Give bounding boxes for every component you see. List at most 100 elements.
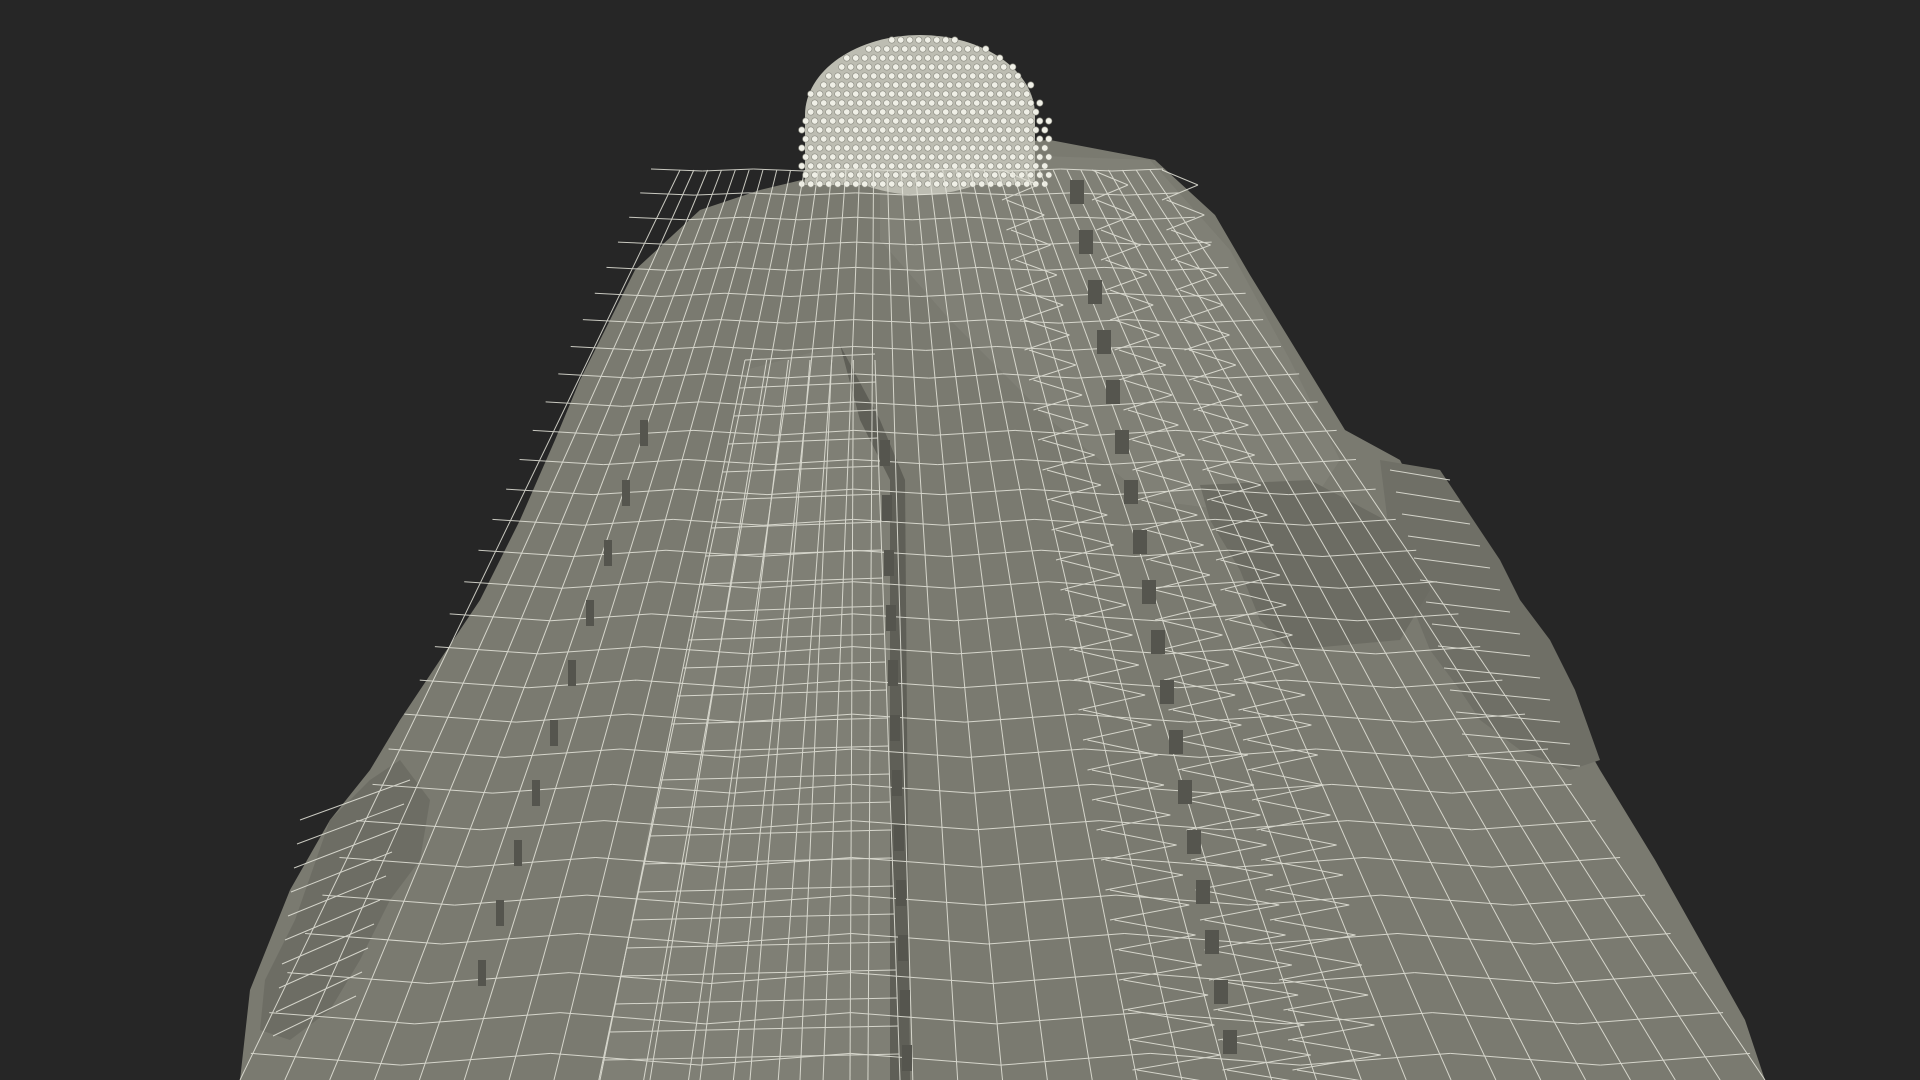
- head-curl: [892, 81, 900, 89]
- head-curl: [951, 108, 959, 116]
- head-curl: [960, 180, 968, 188]
- head-curl: [942, 90, 950, 98]
- head-curl: [874, 171, 882, 179]
- head-curl: [924, 144, 932, 152]
- head-curl: [879, 162, 887, 170]
- head-curl: [915, 144, 923, 152]
- head-curl: [928, 99, 936, 107]
- head-curl: [973, 117, 981, 125]
- head-curl: [870, 72, 878, 80]
- head-curl: [910, 45, 918, 53]
- head-curl: [928, 117, 936, 125]
- head-curl: [816, 144, 824, 152]
- head-curl: [946, 63, 954, 71]
- head-curl: [1041, 144, 1049, 152]
- head-curl: [901, 117, 909, 125]
- head-curl: [874, 153, 882, 161]
- head-curl: [861, 72, 869, 80]
- head-curl: [915, 126, 923, 134]
- head-curl: [1005, 162, 1013, 170]
- head-curl: [820, 99, 828, 107]
- robe-slot: [1196, 880, 1210, 904]
- head-curl: [946, 117, 954, 125]
- head-curl: [951, 180, 959, 188]
- head-curl: [973, 81, 981, 89]
- head-curl: [1005, 72, 1013, 80]
- head-curl: [1027, 117, 1035, 125]
- head-curl: [942, 72, 950, 80]
- robe-slot: [1214, 980, 1228, 1004]
- head-curl: [861, 126, 869, 134]
- head-curl: [942, 162, 950, 170]
- robe-slot: [1124, 480, 1138, 504]
- head-curl: [888, 90, 896, 98]
- head-curl: [991, 171, 999, 179]
- head-curl: [955, 81, 963, 89]
- head-curl: [937, 45, 945, 53]
- head-curl: [924, 72, 932, 80]
- head-curl: [996, 54, 1004, 62]
- head-curl: [982, 117, 990, 125]
- head-curl: [1045, 153, 1053, 161]
- head-curl: [1027, 99, 1035, 107]
- head-curl: [960, 162, 968, 170]
- head-curl: [897, 144, 905, 152]
- head-curl: [856, 135, 864, 143]
- head-curl: [1045, 171, 1053, 179]
- head-curl: [924, 90, 932, 98]
- robe-slot: [478, 960, 486, 986]
- head-curl: [978, 180, 986, 188]
- head-curl: [1036, 153, 1044, 161]
- robe-slot: [900, 990, 910, 1016]
- robe-slot: [1133, 530, 1147, 554]
- head-curl: [1036, 135, 1044, 143]
- head-curl: [996, 126, 1004, 134]
- head-curl: [829, 153, 837, 161]
- head-curl: [1018, 99, 1026, 107]
- head-curl: [1000, 153, 1008, 161]
- head-curl: [928, 81, 936, 89]
- head-curl: [919, 45, 927, 53]
- head-curl: [865, 99, 873, 107]
- robe-slot: [1160, 680, 1174, 704]
- robe-slot: [1187, 830, 1201, 854]
- head-curl: [1005, 108, 1013, 116]
- head-curl: [978, 108, 986, 116]
- head-curl: [811, 153, 819, 161]
- robe-slot: [622, 480, 630, 506]
- head-curl: [937, 81, 945, 89]
- head-curl: [888, 54, 896, 62]
- head-curl: [1023, 126, 1031, 134]
- head-curl: [951, 54, 959, 62]
- head-curl: [847, 99, 855, 107]
- head-curl: [802, 117, 810, 125]
- head-curl: [964, 117, 972, 125]
- head-curl: [852, 144, 860, 152]
- head-curl: [879, 144, 887, 152]
- head-curl: [829, 117, 837, 125]
- head-curl: [888, 144, 896, 152]
- robe-slot: [550, 720, 558, 746]
- head-curl: [892, 99, 900, 107]
- head-curl: [996, 90, 1004, 98]
- robe-slot: [888, 660, 898, 686]
- head-curl: [798, 162, 806, 170]
- head-curl: [933, 90, 941, 98]
- head-curl: [856, 63, 864, 71]
- head-curl: [847, 63, 855, 71]
- head-curl: [901, 81, 909, 89]
- head-curl: [861, 162, 869, 170]
- head-curl: [874, 99, 882, 107]
- head-curl: [951, 126, 959, 134]
- head-curl: [1000, 99, 1008, 107]
- head-curl: [982, 135, 990, 143]
- head-curl: [996, 144, 1004, 152]
- head-curl: [946, 135, 954, 143]
- head-curl: [991, 99, 999, 107]
- head-curl: [906, 90, 914, 98]
- head-curl: [879, 126, 887, 134]
- head-curl: [883, 81, 891, 89]
- head-curl: [906, 180, 914, 188]
- head-curl: [991, 81, 999, 89]
- head-curl: [960, 54, 968, 62]
